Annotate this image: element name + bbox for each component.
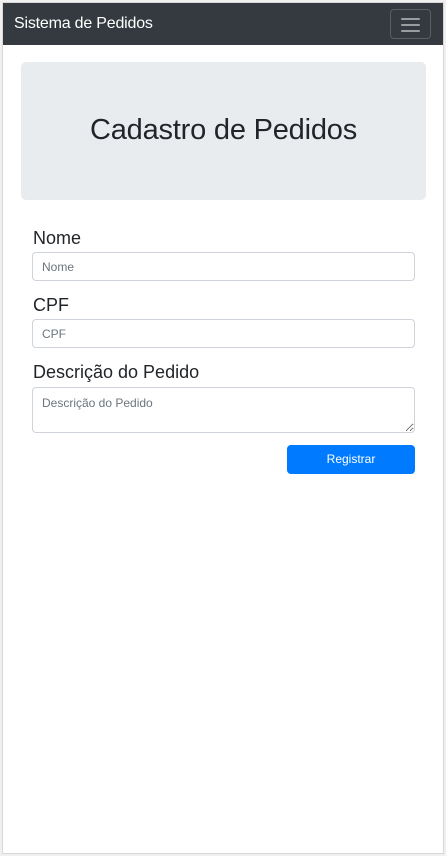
cpf-label: CPF	[33, 295, 69, 315]
cpf-input[interactable]	[32, 319, 415, 348]
navbar-brand[interactable]: Sistema de Pedidos	[14, 14, 153, 34]
page-title: Cadastro de Pedidos	[89, 114, 358, 146]
descricao-label: Descrição do Pedido	[33, 362, 200, 382]
hamburger-menu-icon	[401, 18, 420, 20]
registrar-button[interactable]: Registrar	[287, 445, 415, 474]
descricao-textarea[interactable]	[32, 387, 415, 433]
hamburger-menu-icon-bar	[401, 24, 420, 26]
nome-label: Nome	[33, 228, 82, 248]
navbar-toggler-button[interactable]	[390, 9, 431, 39]
jumbotron: Cadastro de Pedidos	[21, 62, 426, 200]
nome-input[interactable]	[32, 252, 415, 281]
navbar: Sistema de Pedidos	[3, 3, 443, 45]
page-frame: Sistema de Pedidos Cadastro de Pedidos N…	[2, 2, 444, 854]
hamburger-menu-icon-bar	[401, 30, 420, 32]
